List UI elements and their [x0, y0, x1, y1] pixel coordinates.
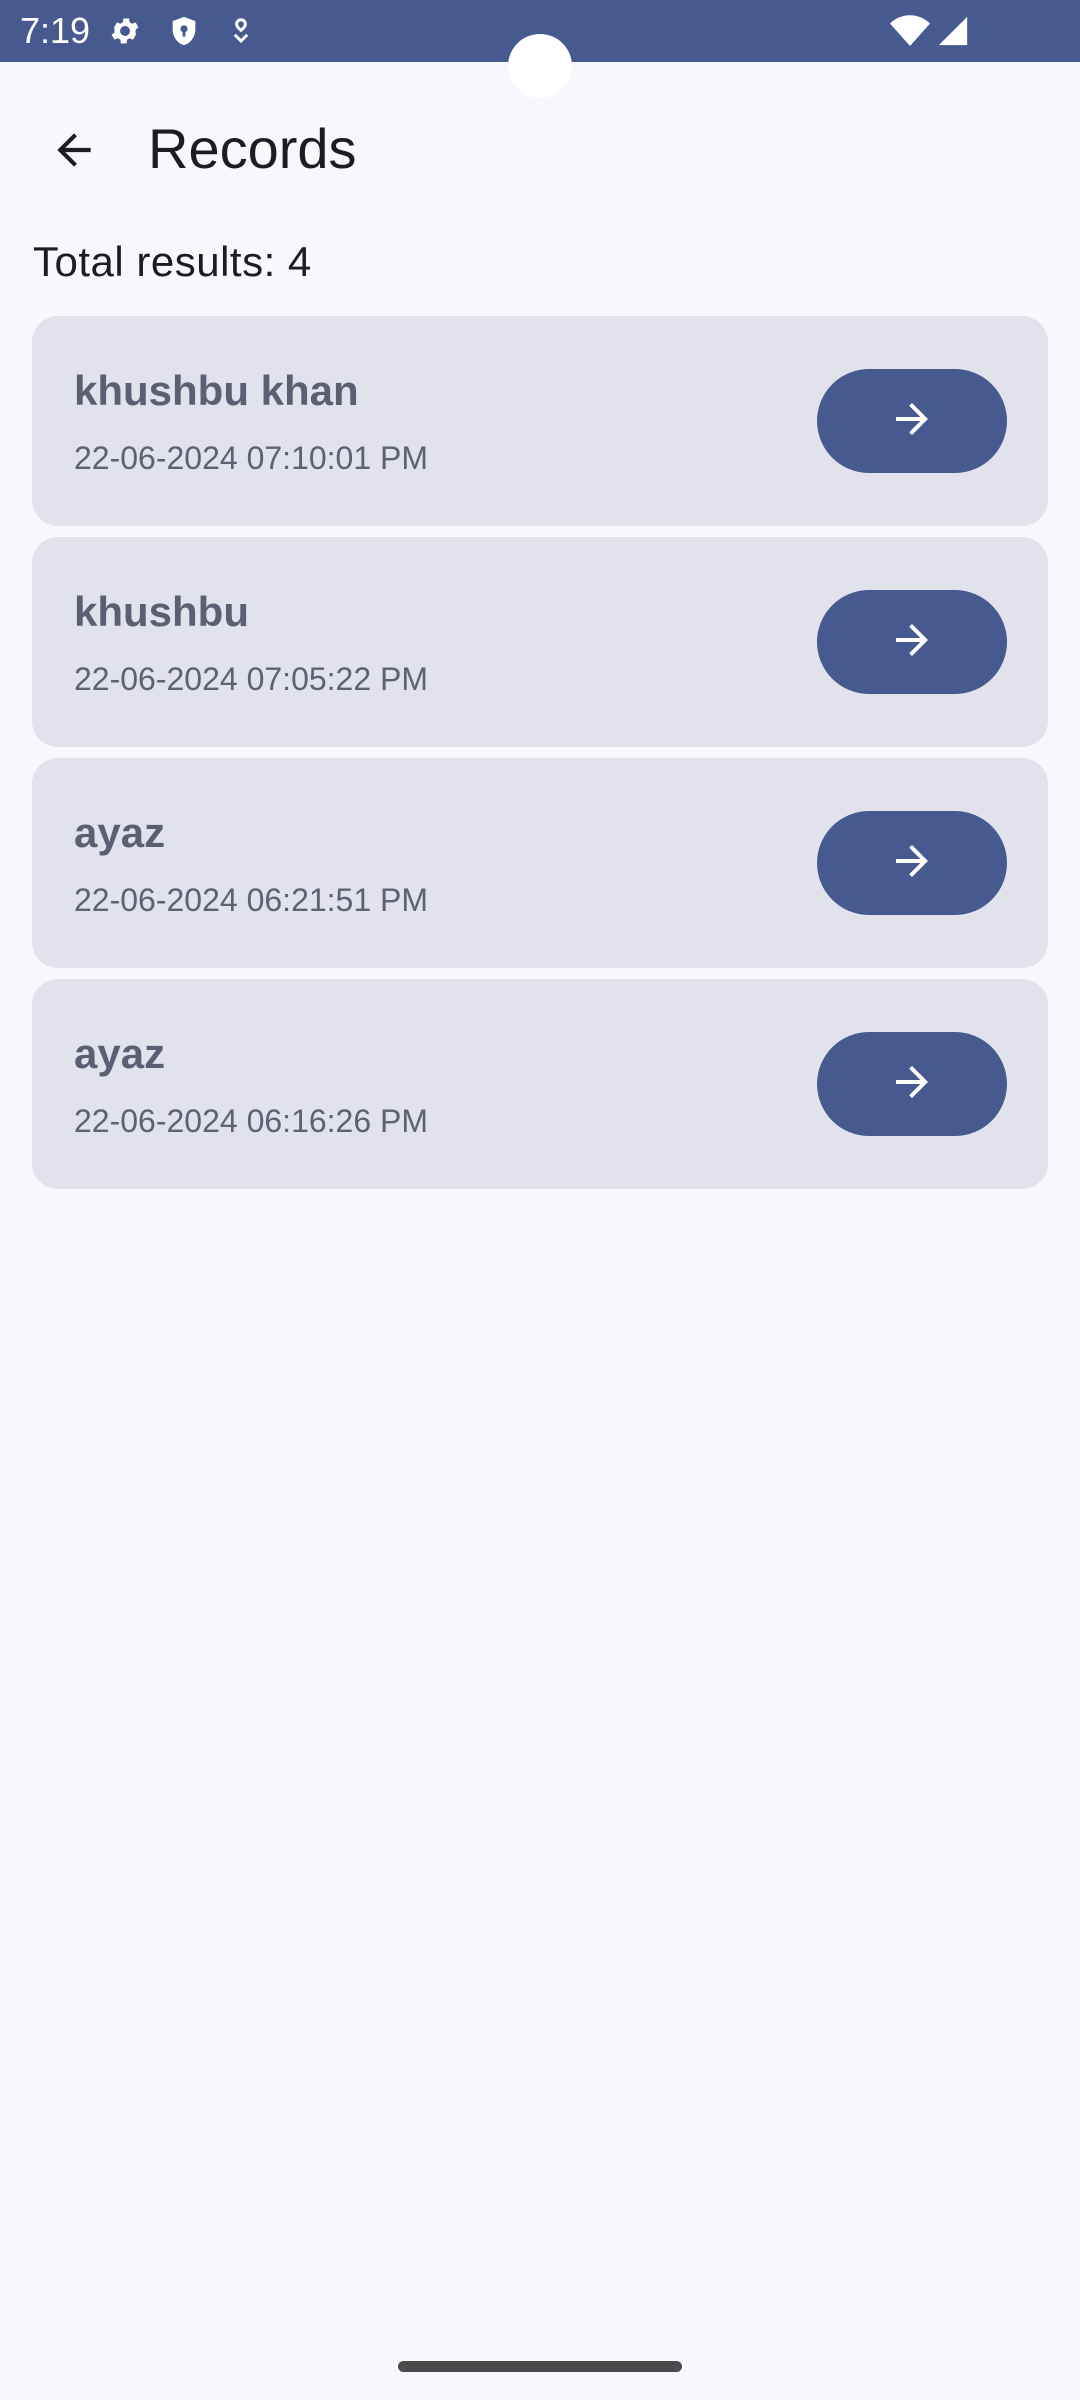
record-name: ayaz	[74, 809, 166, 856]
wifi-icon	[890, 14, 930, 48]
gesture-handle[interactable]	[398, 2361, 682, 2372]
open-record-button[interactable]	[817, 590, 1007, 694]
open-record-button[interactable]	[817, 1032, 1007, 1136]
record-name: khushbu	[74, 588, 249, 635]
record-card: khushbu 22-06-2024 07:05:22 PM	[32, 537, 1048, 747]
back-button[interactable]	[34, 112, 114, 192]
page-title: Records	[148, 117, 357, 180]
signal-icon	[936, 14, 970, 48]
record-date: 22-06-2024 07:05:22 PM	[74, 661, 429, 697]
total-results-label: Total results: 4	[33, 238, 312, 285]
records-list: khushbu khan 22-06-2024 07:10:01 PM khus…	[32, 316, 1048, 1200]
location-icon	[226, 14, 256, 48]
record-date: 22-06-2024 06:16:26 PM	[74, 1103, 429, 1139]
gear-icon	[108, 14, 142, 48]
record-name: khushbu khan	[74, 367, 359, 414]
open-record-button[interactable]	[817, 811, 1007, 915]
arrow-right-icon	[888, 616, 936, 669]
arrow-right-icon	[888, 1058, 936, 1111]
record-card: ayaz 22-06-2024 06:21:51 PM	[32, 758, 1048, 968]
record-card: khushbu khan 22-06-2024 07:10:01 PM	[32, 316, 1048, 526]
record-date: 22-06-2024 07:10:01 PM	[74, 440, 429, 476]
record-date: 22-06-2024 06:21:51 PM	[74, 882, 429, 918]
arrow-right-icon	[888, 837, 936, 890]
status-bar: 7:19	[0, 0, 1080, 98]
record-name: ayaz	[74, 1030, 166, 1077]
arrow-right-icon	[888, 395, 936, 448]
status-time: 7:19	[20, 10, 91, 51]
record-card: ayaz 22-06-2024 06:16:26 PM	[32, 979, 1048, 1189]
app-bar: Records	[0, 62, 1080, 230]
open-record-button[interactable]	[817, 369, 1007, 473]
shield-icon	[167, 14, 201, 48]
arrow-left-icon	[49, 125, 99, 180]
